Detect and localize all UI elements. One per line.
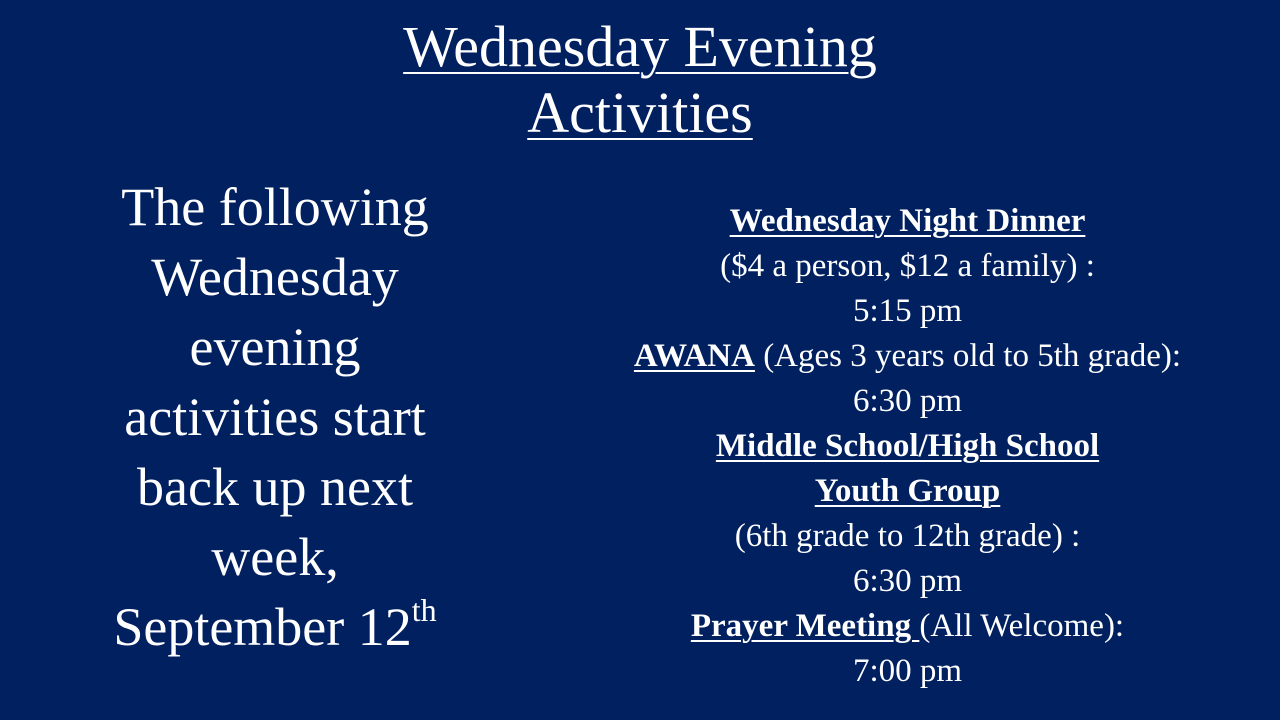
youth-name-line-2: Youth Group xyxy=(535,469,1280,514)
awana-line: AWANA (Ages 3 years old to 5th grade): xyxy=(535,334,1280,379)
announcement-line: week, xyxy=(211,527,339,587)
dinner-time: 5:15 pm xyxy=(852,293,963,329)
activity-schedule: Wednesday Night Dinner ($4 a person, $12… xyxy=(535,199,1280,694)
awana-details: (Ages 3 years old to 5th grade): xyxy=(754,338,1182,374)
title-line-1: Wednesday Evening xyxy=(403,14,877,79)
youth-name-line-1: Middle School/High School xyxy=(535,424,1280,469)
prayer-time: 7:00 pm xyxy=(852,653,963,689)
youth-time: 6:30 pm xyxy=(852,563,963,599)
dinner-name-line: Wednesday Night Dinner xyxy=(535,199,1280,244)
announcement-line: evening xyxy=(189,317,361,377)
prayer-name: Prayer Meeting xyxy=(690,608,920,644)
awana-time: 6:30 pm xyxy=(852,383,963,419)
slide-title: Wednesday Evening Activities xyxy=(240,14,1040,146)
awana-name: AWANA xyxy=(633,338,755,374)
announcement-date-suffix: th xyxy=(411,592,437,628)
announcement-line: activities start xyxy=(124,387,426,447)
slide: Wednesday Evening Activities The followi… xyxy=(0,0,1280,720)
dinner-details: ($4 a person, $12 a family) : xyxy=(720,248,1095,284)
youth-details: (6th grade to 12th grade) : xyxy=(734,518,1081,554)
youth-name-1: Middle School/High School xyxy=(715,428,1100,464)
announcement-line: Wednesday xyxy=(151,247,399,307)
announcement-date: September 12 xyxy=(113,597,412,657)
dinner-name: Wednesday Night Dinner xyxy=(729,203,1086,239)
youth-name-2: Youth Group xyxy=(814,473,1001,509)
announcement-line: The following xyxy=(121,177,429,237)
announcement-line: back up next xyxy=(137,457,413,517)
announcement-text: The following Wednesday evening activiti… xyxy=(40,172,510,662)
prayer-line: Prayer Meeting (All Welcome): xyxy=(535,604,1280,649)
title-line-2: Activities xyxy=(527,80,753,145)
prayer-details: (All Welcome): xyxy=(919,608,1125,644)
